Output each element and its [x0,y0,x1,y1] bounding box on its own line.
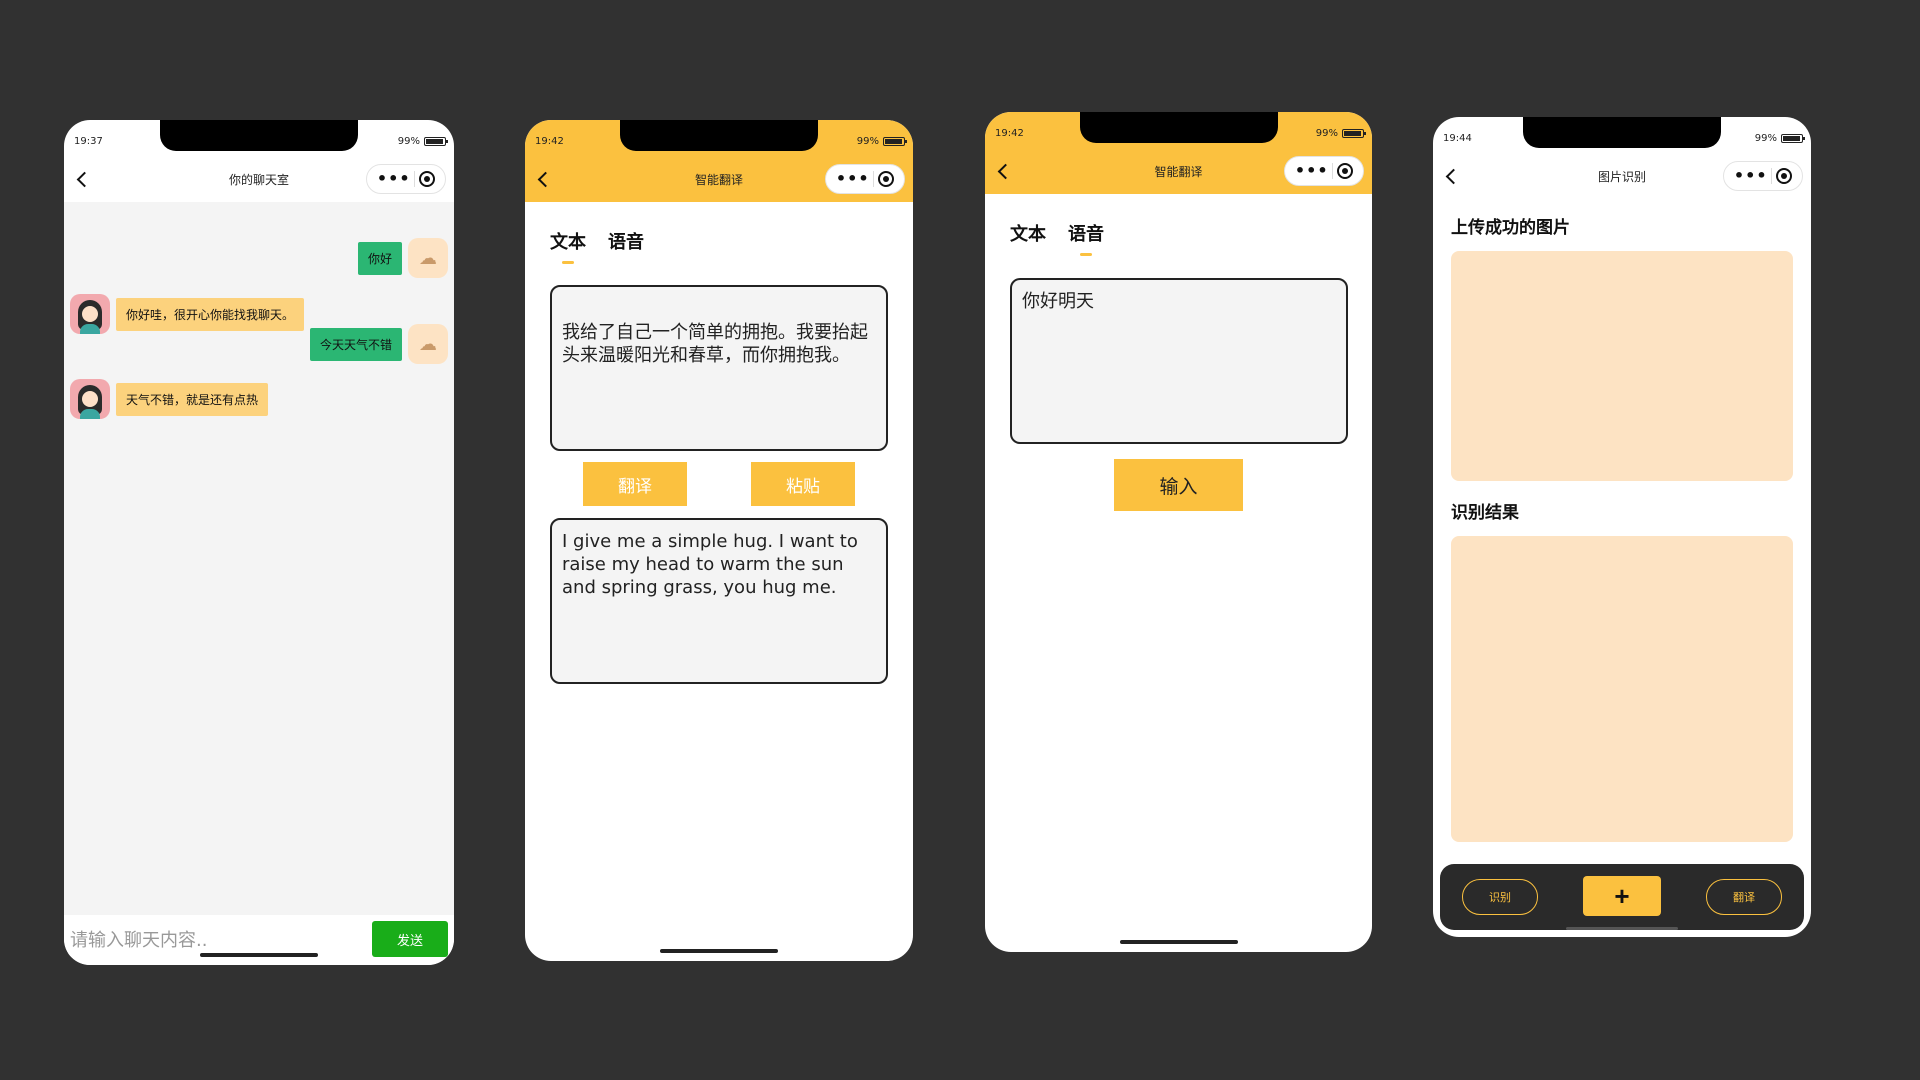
message-row: 今天天气不错 ☁ [309,324,448,364]
battery-icon [1781,134,1805,143]
battery-icon [424,137,448,146]
navbar: 图片识别 ••• [1433,153,1811,199]
notch [1079,112,1278,143]
more-icon[interactable]: ••• [377,171,411,187]
navbar: 智能翻译 ••• [985,148,1372,194]
notch [160,120,358,151]
recognition-result-area [1451,536,1793,842]
battery-icon [1342,129,1366,138]
paste-button[interactable]: 粘贴 [751,462,855,506]
user-avatar[interactable]: ☁ [408,324,448,364]
close-miniprogram-icon[interactable] [419,171,436,187]
add-image-button[interactable]: + [1583,876,1661,916]
message-bubble: 天气不错，就是还有点热 [116,382,269,416]
tab-text[interactable]: 文本 [550,228,586,254]
menu-capsule: ••• [825,164,905,194]
menu-capsule: ••• [1284,156,1364,186]
tab-voice[interactable]: 语音 [1068,220,1104,246]
tab-bar: 文本 语音 [1010,220,1104,246]
message-bubble: 你好 [357,241,402,275]
home-indicator [1119,940,1238,944]
message-row: 你好 ☁ [357,238,448,278]
tab-bar: 文本 语音 [550,228,644,254]
capsule-divider [1332,163,1334,179]
tab-voice[interactable]: 语音 [608,228,644,254]
translate-text-phone: 19:42 99% 智能翻译 ••• 文本 语音 我给了自己一个简单的拥抱。我要… [525,120,913,961]
translate-button[interactable]: 翻译 [1706,879,1782,915]
status-battery: 99% [397,136,448,147]
home-indicator [200,953,318,957]
navbar: 你的聊天室 ••• [64,156,454,202]
capsule-divider [414,171,416,187]
status-time: 19:42 [995,128,1024,139]
status-battery: 99% [856,136,907,147]
menu-capsule: ••• [366,164,446,194]
more-icon[interactable]: ••• [836,171,870,187]
battery-icon [883,137,907,146]
message-bubble: 你好哇，很开心你能找我聊天。 [116,297,305,331]
menu-capsule: ••• [1723,161,1803,191]
chat-area[interactable]: 你好 ☁ 你好哇，很开心你能找我聊天。 今天天气不错 ☁ 天气不错，就是还有点热 [64,202,454,915]
source-text-box[interactable]: 我给了自己一个简单的拥抱。我要抬起头来温暖阳光和春草，而你拥抱我。 [550,285,888,451]
battery-percent: 99% [856,136,879,147]
notch [1523,117,1721,148]
message-row: 你好哇，很开心你能找我聊天。 [70,294,305,334]
chat-input-bar: 发送 [64,915,454,965]
status-battery: 99% [1754,133,1805,144]
home-indicator [1566,927,1678,930]
voice-text-box[interactable]: 你好明天 [1010,278,1348,444]
chat-input[interactable] [68,923,360,957]
translate-button[interactable]: 翻译 [583,462,687,506]
battery-percent: 99% [1754,133,1777,144]
status-battery: 99% [1315,128,1366,139]
send-button[interactable]: 发送 [372,921,448,957]
message-row: 天气不错，就是还有点热 [70,379,269,419]
status-time: 19:42 [535,136,564,147]
bottom-toolbar: 识别 + 翻译 [1440,864,1804,930]
battery-percent: 99% [397,136,420,147]
input-button[interactable]: 输入 [1114,459,1243,511]
bot-avatar[interactable] [70,294,110,334]
uploaded-image-area[interactable] [1451,251,1793,481]
home-indicator [660,949,778,953]
tab-text[interactable]: 文本 [1010,220,1046,246]
navbar: 智能翻译 ••• [525,156,913,202]
image-recognition-phone: 19:44 99% 图片识别 ••• 上传成功的图片 识别结果 识别 + 翻译 [1433,117,1811,937]
recognize-button[interactable]: 识别 [1462,879,1538,915]
notch [620,120,818,151]
battery-percent: 99% [1315,128,1338,139]
close-miniprogram-icon[interactable] [1337,163,1354,179]
close-miniprogram-icon[interactable] [878,171,895,187]
message-bubble: 今天天气不错 [309,327,402,361]
result-title: 识别结果 [1451,503,1519,523]
status-time: 19:37 [74,136,103,147]
close-miniprogram-icon[interactable] [1776,168,1793,184]
result-text-box[interactable]: I give me a simple hug. I want to raise … [550,518,888,684]
capsule-divider [873,171,875,187]
plus-icon: + [1614,881,1630,911]
uploaded-image-title: 上传成功的图片 [1451,218,1570,238]
status-time: 19:44 [1443,133,1472,144]
translate-voice-phone: 19:42 99% 智能翻译 ••• 文本 语音 你好明天 输入 [985,112,1372,952]
more-icon[interactable]: ••• [1295,163,1329,179]
user-avatar[interactable]: ☁ [408,238,448,278]
bot-avatar[interactable] [70,379,110,419]
chat-phone: 19:37 99% 你的聊天室 ••• 你好 ☁ 你好哇，很开心你能找我聊天。 … [64,120,454,965]
more-icon[interactable]: ••• [1734,168,1768,184]
capsule-divider [1771,168,1773,184]
